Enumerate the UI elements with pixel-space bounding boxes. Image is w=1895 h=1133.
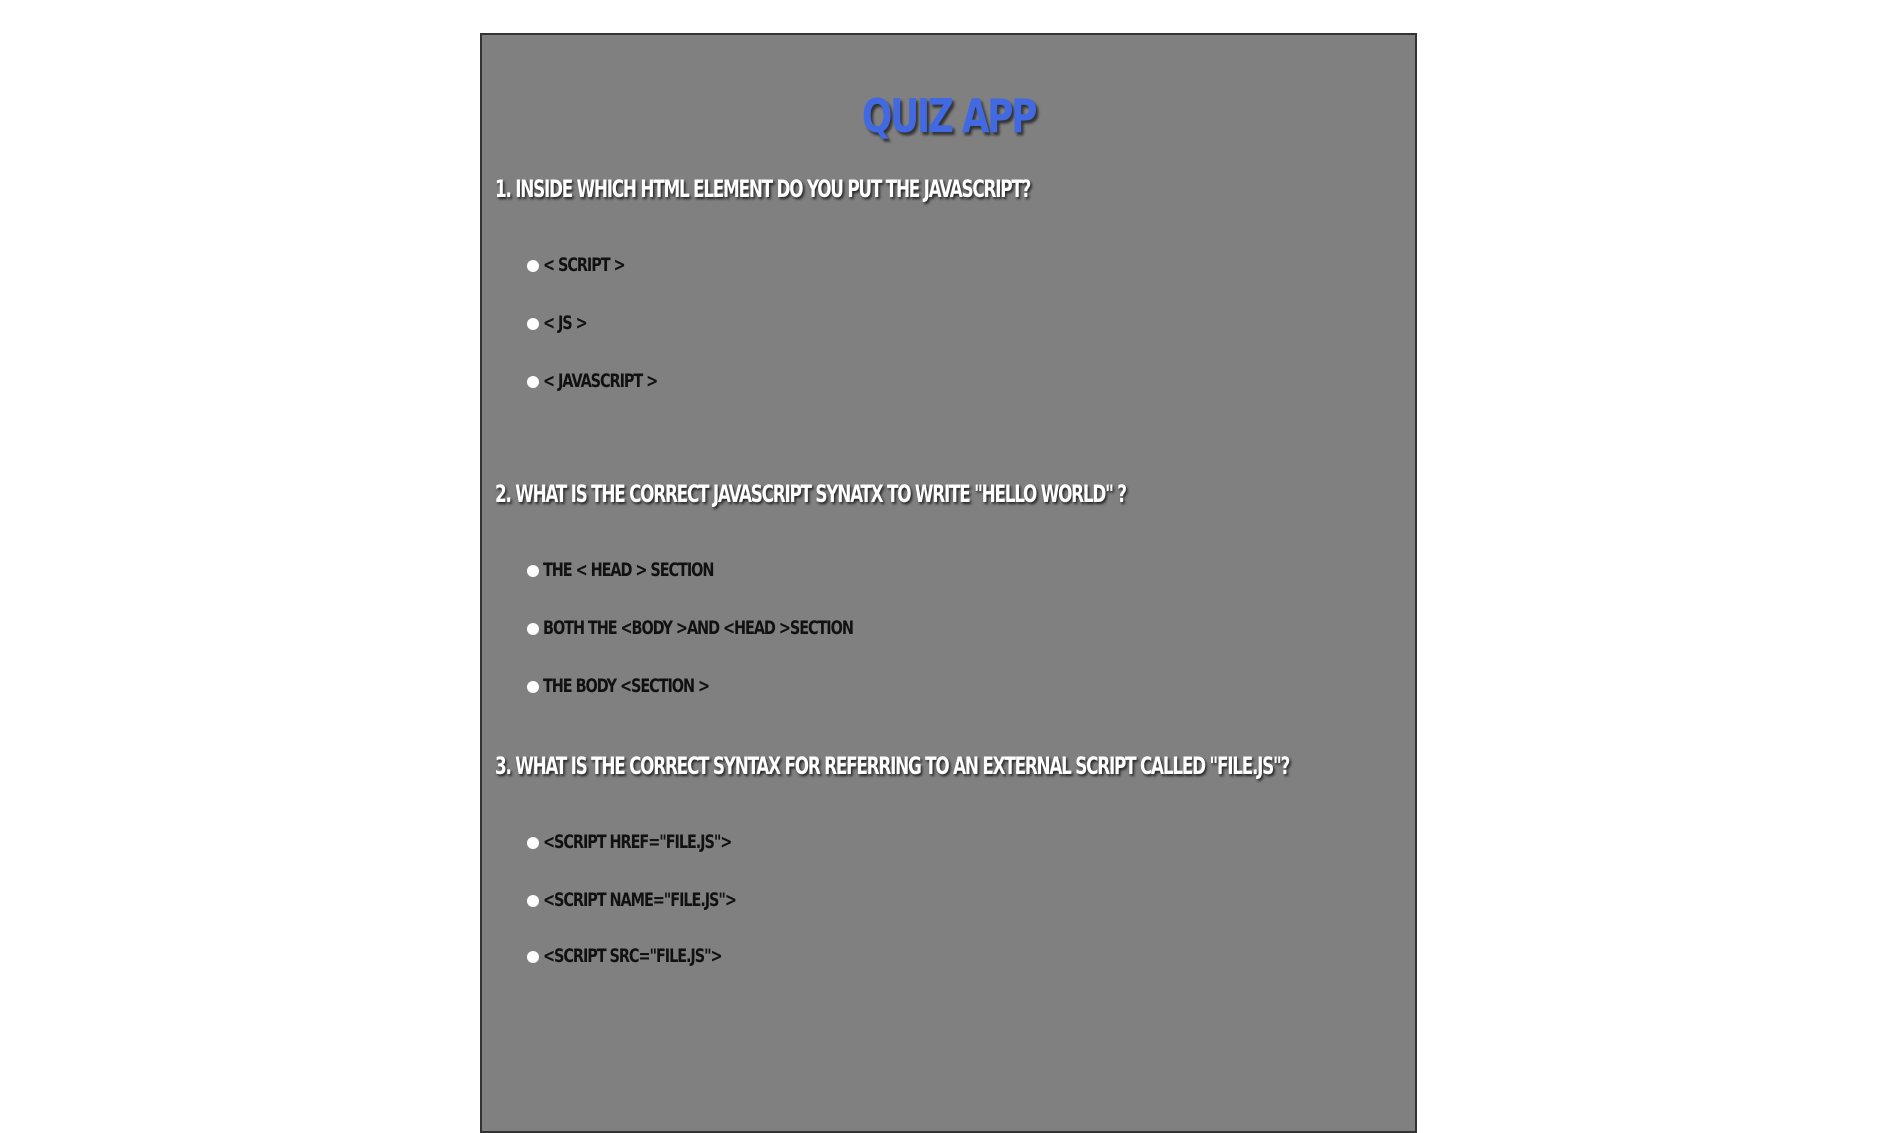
radio-button[interactable] [527, 564, 539, 577]
quiz-panel: QUIZ APP 1. INSIDE WHICH HTML ELEMENT DO… [480, 33, 1417, 1133]
option-label: THE BODY <SECTION > [543, 675, 710, 697]
radio-button[interactable] [527, 375, 539, 388]
question-1-option-3[interactable]: < JAVASCRIPT > [527, 372, 693, 391]
page-title: QUIZ APP [861, 89, 1037, 143]
question-2-option-3[interactable]: THE BODY <SECTION > [527, 677, 761, 696]
question-1-text: 1. INSIDE WHICH HTML ELEMENT DO YOU PUT … [495, 175, 1031, 203]
radio-button[interactable] [527, 622, 539, 635]
radio-button[interactable] [527, 950, 539, 963]
radio-button[interactable] [527, 259, 539, 272]
option-label: THE < HEAD > SECTION [543, 559, 714, 581]
radio-button[interactable] [527, 317, 539, 330]
question-1-option-2[interactable]: < JS > [527, 314, 600, 333]
question-2-text: 2. WHAT IS THE CORRECT JAVASCRIPT SYNATX… [495, 480, 1127, 508]
question-1-option-1[interactable]: < SCRIPT > [527, 256, 650, 275]
question-2-option-2[interactable]: BOTH THE <BODY >AND <HEAD >SECTION [527, 619, 951, 638]
question-2-option-1[interactable]: THE < HEAD > SECTION [527, 561, 767, 580]
radio-button[interactable] [527, 680, 539, 693]
question-3-option-3[interactable]: <SCRIPT SRC="FILE.JS"> [527, 947, 778, 966]
option-label: <SCRIPT HREF="FILE.JS"> [543, 831, 732, 853]
option-label: <SCRIPT NAME="FILE.JS"> [543, 889, 737, 911]
question-3-option-2[interactable]: <SCRIPT NAME="FILE.JS"> [527, 891, 797, 910]
option-label: < SCRIPT > [543, 254, 626, 276]
option-label: < JS > [543, 312, 588, 334]
option-label: < JAVASCRIPT > [543, 370, 658, 392]
option-label: <SCRIPT SRC="FILE.JS"> [543, 945, 723, 967]
radio-button[interactable] [527, 894, 539, 907]
question-3-option-1[interactable]: <SCRIPT HREF="FILE.JS"> [527, 833, 791, 852]
question-3-text: 3. WHAT IS THE CORRECT SYNTAX FOR REFERR… [495, 752, 1290, 780]
radio-button[interactable] [527, 836, 539, 849]
option-label: BOTH THE <BODY >AND <HEAD >SECTION [543, 617, 854, 639]
